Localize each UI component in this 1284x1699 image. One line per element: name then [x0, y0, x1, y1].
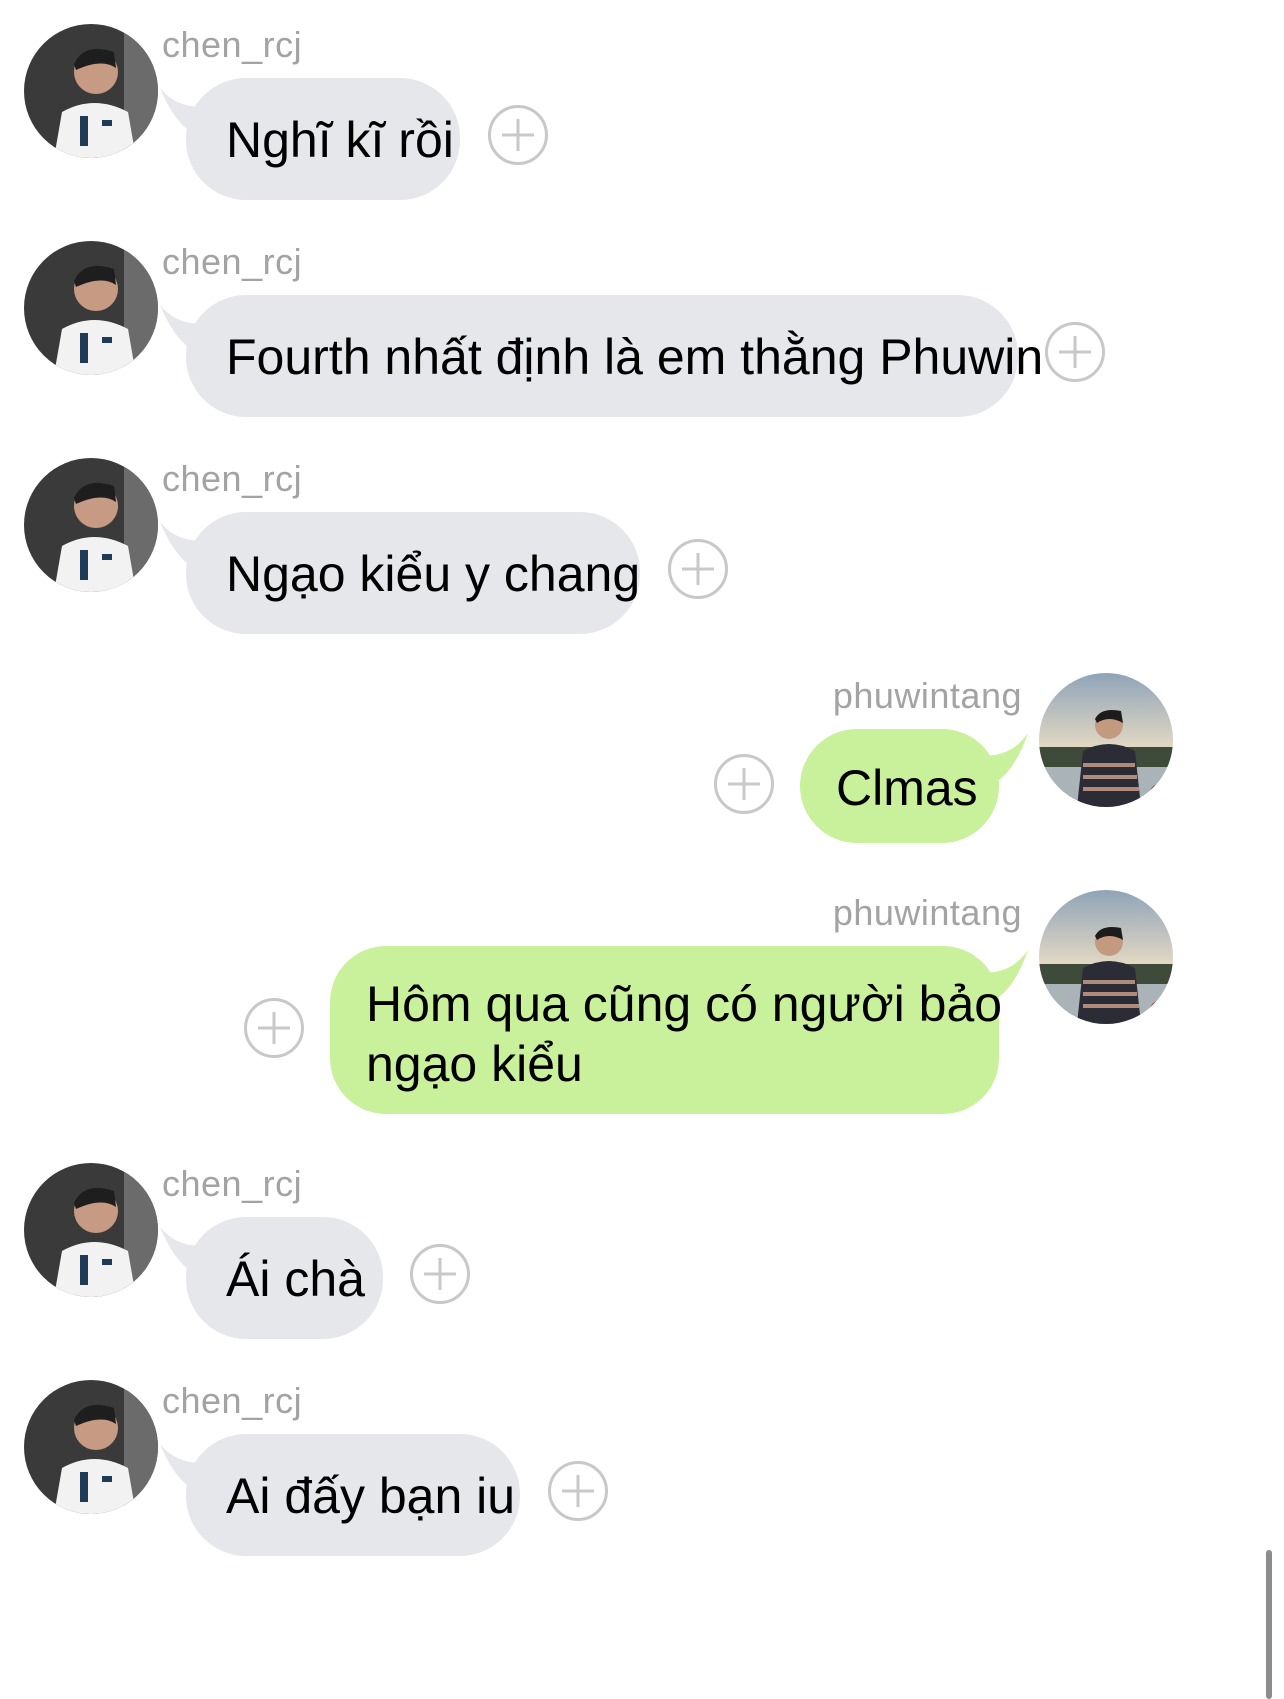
avatar[interactable] — [24, 1163, 158, 1297]
avatar-photo-phuwin — [1039, 673, 1173, 807]
message-bubble[interactable]: Nghĩ kĩ rồi — [186, 78, 460, 200]
message-row: chen_rcj Fourth nhất định là em thằng Ph… — [0, 237, 1284, 427]
add-reaction-button[interactable] — [244, 998, 304, 1058]
sender-name: chen_rcj — [162, 1380, 303, 1421]
message-row: chen_rcj Ngạo kiểu y chang — [0, 454, 1284, 644]
avatar-photo-chen — [24, 241, 158, 375]
message-row: chen_rcj Ai đấy bạn iu — [0, 1376, 1284, 1566]
scrollbar[interactable] — [1266, 1550, 1272, 1699]
message-row: chen_rcj Ái chà — [0, 1159, 1284, 1349]
avatar[interactable] — [1039, 673, 1173, 807]
sender-name: chen_rcj — [162, 24, 303, 65]
message-text-line: ngạo kiểu — [366, 1036, 583, 1092]
avatar[interactable] — [24, 24, 158, 158]
message-bubble[interactable]: Fourth nhất định là em thằng Phuwin — [186, 295, 1043, 417]
message-bubble[interactable]: Ai đấy bạn iu — [186, 1434, 520, 1556]
message-text-line: Hôm qua cũng có người bảo — [366, 976, 1003, 1032]
avatar[interactable] — [24, 1380, 158, 1514]
sender-name: phuwintang — [832, 675, 1022, 716]
sender-name: chen_rcj — [162, 1163, 303, 1204]
avatar-photo-phuwin — [1039, 890, 1173, 1024]
message-row: phuwintang Clmas — [0, 671, 1284, 861]
message-row: phuwintang Hôm qua cũng có người bảo ngạ… — [0, 888, 1284, 1128]
avatar-photo-chen — [24, 458, 158, 592]
avatar[interactable] — [1039, 890, 1173, 1024]
avatar[interactable] — [24, 458, 158, 592]
message-bubble[interactable]: Ái chà — [186, 1217, 383, 1339]
avatar[interactable] — [24, 241, 158, 375]
add-reaction-button[interactable] — [410, 1244, 470, 1304]
message-bubble[interactable]: Clmas — [800, 729, 999, 843]
message-bubble[interactable]: Ngạo kiểu y chang — [186, 512, 640, 634]
sender-name: chen_rcj — [162, 458, 303, 499]
message-row: chen_rcj Nghĩ kĩ rồi — [0, 20, 1284, 210]
add-reaction-button[interactable] — [668, 539, 728, 599]
add-reaction-button[interactable] — [1045, 322, 1105, 382]
add-reaction-button[interactable] — [548, 1461, 608, 1521]
add-reaction-button[interactable] — [488, 105, 548, 165]
add-reaction-button[interactable] — [714, 754, 774, 814]
sender-name: phuwintang — [832, 892, 1022, 933]
avatar-photo-chen — [24, 24, 158, 158]
avatar-photo-chen — [24, 1380, 158, 1514]
avatar-photo-chen — [24, 1163, 158, 1297]
sender-name: chen_rcj — [162, 241, 303, 282]
message-bubble[interactable]: Hôm qua cũng có người bảo ngạo kiểu — [330, 946, 1003, 1114]
